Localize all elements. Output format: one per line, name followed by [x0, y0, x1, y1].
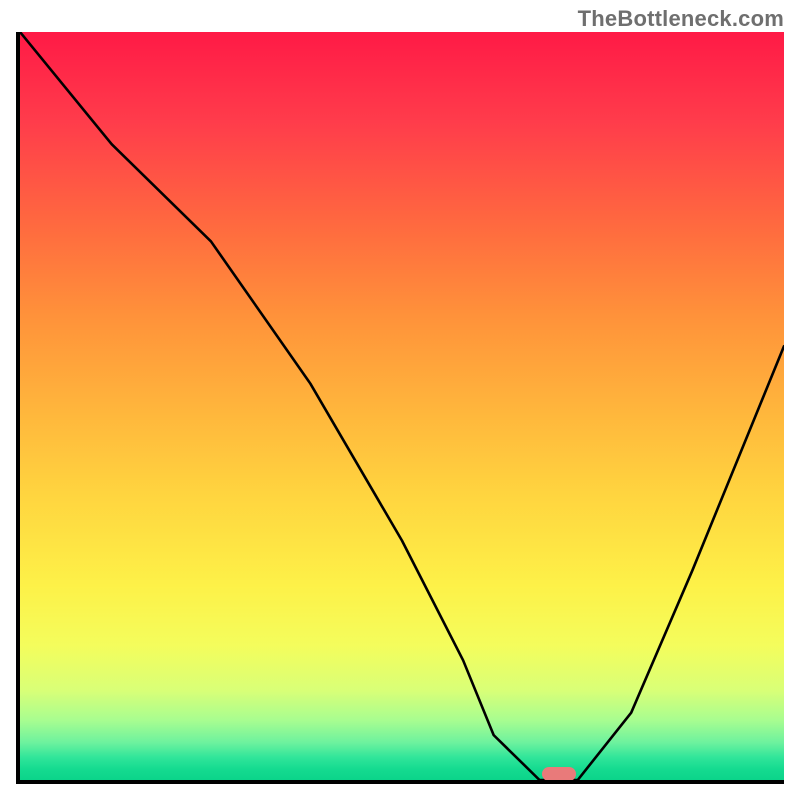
optimum-marker: [542, 767, 576, 781]
chart-plot-area: [16, 32, 784, 784]
watermark-text: TheBottleneck.com: [578, 6, 784, 32]
chart-curve-svg: [20, 32, 784, 780]
bottleneck-curve-path: [20, 32, 784, 780]
